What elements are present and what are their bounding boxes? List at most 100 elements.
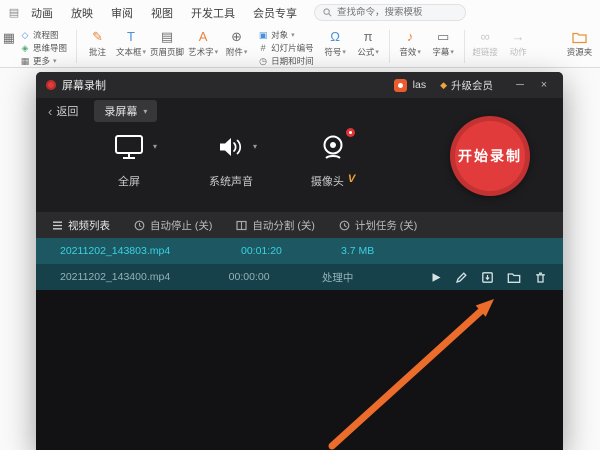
tool-slide-number[interactable]: #幻灯片编号: [255, 42, 317, 54]
back-button[interactable]: ‹ 返回: [48, 103, 78, 119]
tool-header-footer[interactable]: ▤页眉页脚: [148, 26, 186, 58]
tool-sound-effect[interactable]: ♪音效▾: [394, 26, 427, 58]
symbol-icon: Ω: [330, 29, 340, 44]
chevron-left-icon: ‹: [48, 105, 52, 118]
tool-hyperlink: ∞超链接: [469, 26, 502, 58]
video-list-empty-area: [36, 290, 563, 450]
minimize-button[interactable]: ─: [511, 79, 529, 91]
split-icon: [236, 220, 247, 231]
tool-resource-folder[interactable]: 资源夹: [563, 26, 596, 58]
record-options: ▾ 全屏 ▾ 系统声音: [36, 124, 563, 206]
tool-action: →动作: [502, 26, 535, 58]
close-button[interactable]: ×: [535, 79, 553, 91]
tool-object[interactable]: ▣对象▾: [255, 29, 317, 41]
webcam-icon: [319, 133, 347, 161]
chevron-down-icon: ▾: [417, 49, 421, 56]
tool-more[interactable]: ▦更多▾: [17, 55, 70, 67]
chevron-down-icon: ▾: [153, 142, 157, 151]
search-input[interactable]: [337, 7, 457, 18]
search-icon: [323, 8, 332, 17]
dialog-titlebar[interactable]: 屏幕录制 las ◆ 升级会员 ─ ×: [36, 72, 563, 98]
chevron-down-icon: ▾: [143, 107, 147, 116]
chevron-down-icon: ▾: [375, 49, 379, 56]
chevron-down-icon: ▾: [342, 49, 346, 56]
video-size: 3.7 MB: [341, 245, 456, 257]
start-record-button[interactable]: 开始录制: [450, 116, 530, 196]
object-icon: ▣: [258, 30, 268, 41]
video-duration: 00:01:20: [241, 245, 341, 257]
link-icon: ∞: [480, 29, 489, 44]
mid-tool-stack: ▣对象▾ #幻灯片编号 ◷日期和时间: [253, 26, 319, 67]
cropped-toolbar-icon: ▤: [6, 6, 22, 19]
camera-option[interactable]: 摄像头 V: [288, 128, 378, 206]
wordart-icon: A: [199, 29, 208, 44]
formula-icon: π: [364, 29, 373, 44]
attachment-icon: ⊕: [231, 29, 242, 44]
separator: [464, 30, 465, 63]
tool-formula[interactable]: π公式▾: [352, 26, 385, 58]
cropped-tool-button[interactable]: ▦: [0, 26, 15, 46]
video-filename: 20211202_143803.mp4: [36, 245, 241, 257]
tab-auto-split[interactable]: 自动分割 (关): [236, 218, 314, 233]
tool-wordart[interactable]: A艺术字▾: [186, 26, 220, 58]
tool-attachment[interactable]: ⊕附件▾: [220, 26, 253, 58]
separator: [389, 30, 390, 63]
folder-open-icon[interactable]: [507, 271, 521, 284]
chevron-down-icon: ▾: [143, 49, 147, 56]
material-icon: ▦: [3, 30, 15, 45]
video-row-1[interactable]: 20211202_143803.mp4 00:01:20 3.7 MB: [36, 238, 563, 264]
tool-textbox[interactable]: T文本框▾: [114, 26, 148, 58]
clock-icon: [134, 220, 145, 231]
tool-symbol[interactable]: Ω符号▾: [319, 26, 352, 58]
diamond-icon: ◆: [440, 80, 447, 91]
menu-tab-slideshow[interactable]: 放映: [62, 5, 102, 21]
tab-video-list[interactable]: 视频列表: [52, 218, 110, 233]
menu-tab-devtools[interactable]: 开发工具: [182, 5, 244, 21]
system-sound-option[interactable]: ▾ 系统声音: [186, 128, 276, 206]
separator: [76, 30, 77, 63]
speaker-icon: [217, 134, 245, 160]
chevron-down-icon: ▾: [53, 58, 57, 65]
chevron-down-icon: ▾: [244, 49, 248, 56]
music-note-icon: ♪: [407, 29, 414, 44]
upgrade-label: 升级会员: [451, 78, 493, 93]
slide-number-icon: #: [258, 43, 268, 53]
ribbon: ▤ 动画 放映 审阅 视图 开发工具 会员专享 ▦ ◇流程图 ◈思维导图 ▦更多…: [0, 0, 600, 68]
screen-recorder-window: 屏幕录制 las ◆ 升级会员 ─ × ‹ 返回 录屏幕 ▾ ▾: [36, 72, 563, 450]
subtitle-icon: ▭: [437, 29, 449, 44]
ribbon-toolbar: ▦ ◇流程图 ◈思维导图 ▦更多▾ ✎批注 T文本框▾ ▤页眉页脚 A艺术字▾ …: [0, 25, 600, 67]
edit-icon[interactable]: [455, 271, 468, 284]
row-actions: [429, 271, 563, 284]
brand-logo-icon: [394, 79, 407, 92]
monitor-icon: [113, 133, 145, 161]
command-search[interactable]: [314, 4, 466, 21]
tool-date-time[interactable]: ◷日期和时间: [255, 55, 317, 67]
recorder-tabbar: 视频列表 自动停止 (关) 自动分割 (关) 计划任务 (关): [36, 212, 563, 238]
clock-icon: ◷: [258, 56, 268, 67]
tool-comment[interactable]: ✎批注: [81, 26, 114, 58]
tool-subtitle[interactable]: ▭字幕▾: [427, 26, 460, 58]
tool-mindmap[interactable]: ◈思维导图: [17, 42, 70, 54]
chevron-down-icon: ▾: [253, 142, 257, 151]
play-icon[interactable]: [429, 271, 442, 284]
tool-flowchart[interactable]: ◇流程图: [17, 29, 70, 41]
fullscreen-option[interactable]: ▾ 全屏: [84, 128, 174, 206]
schedule-icon: [339, 220, 350, 231]
list-icon: [52, 220, 63, 231]
save-icon[interactable]: [481, 271, 494, 284]
video-row-2[interactable]: 20211202_143400.mp4 00:00:00 处理中: [36, 264, 563, 290]
upgrade-member-button[interactable]: ◆ 升级会员: [440, 78, 493, 93]
delete-icon[interactable]: [534, 271, 547, 284]
menu-tab-animation[interactable]: 动画: [22, 5, 62, 21]
camera-badge-icon: [346, 128, 355, 137]
chevron-down-icon: ▾: [450, 49, 454, 56]
menu-tab-member[interactable]: 会员专享: [244, 5, 306, 21]
menu-bar: ▤ 动画 放映 审阅 视图 开发工具 会员专享: [0, 0, 600, 25]
tab-scheduled-task[interactable]: 计划任务 (关): [339, 218, 417, 233]
brand-text: las: [413, 79, 426, 91]
menu-tab-review[interactable]: 审阅: [102, 5, 142, 21]
menu-tab-view[interactable]: 视图: [142, 5, 182, 21]
tab-auto-stop[interactable]: 自动停止 (关): [134, 218, 212, 233]
record-mode-dropdown[interactable]: 录屏幕 ▾: [94, 100, 157, 122]
video-filename: 20211202_143400.mp4: [36, 271, 229, 283]
